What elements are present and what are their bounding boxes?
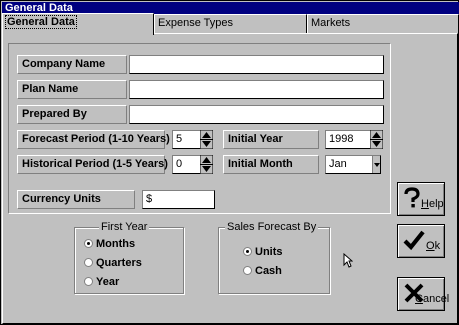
cancel-label: Cancel	[415, 293, 450, 305]
tab-markets[interactable]: Markets	[307, 14, 459, 33]
radio-label: Year	[96, 276, 120, 288]
sales-forecast-group: Sales Forecast By Units Cash	[218, 221, 330, 294]
initial-month-value: Jan	[329, 158, 347, 170]
ok-label: Ok	[426, 240, 441, 252]
forecast-period-field[interactable]: 5	[172, 130, 201, 149]
radio-label: Cash	[255, 265, 282, 277]
prepared-by-label: Prepared By	[17, 105, 127, 124]
mouse-pointer-icon	[343, 252, 354, 271]
radio-cash[interactable]: Cash	[243, 265, 282, 278]
radio-label: Months	[96, 238, 136, 250]
tab-label: Expense Types	[158, 17, 234, 29]
radio-year[interactable]: Year	[84, 276, 119, 289]
initial-year-field[interactable]: 1998	[325, 130, 371, 149]
historical-period-spinner[interactable]	[200, 155, 213, 174]
radio-months[interactable]: Months	[84, 238, 135, 251]
help-button[interactable]: Help	[397, 182, 445, 216]
tab-expense-types[interactable]: Expense Types	[154, 14, 307, 33]
chevron-down-icon[interactable]	[372, 156, 380, 173]
initial-year-spinner[interactable]	[370, 130, 383, 149]
currency-units-label: Currency Units	[17, 190, 135, 209]
initial-year-label: Initial Year	[223, 130, 319, 149]
radio-unselected-icon	[84, 277, 93, 286]
radio-label: Quarters	[96, 257, 142, 269]
plan-name-label: Plan Name	[17, 80, 127, 99]
sales-forecast-title: Sales Forecast By	[225, 221, 319, 234]
radio-selected-icon	[84, 239, 93, 248]
tab-label: Markets	[311, 17, 351, 29]
currency-units-field[interactable]: $	[142, 190, 215, 209]
tab-general-data[interactable]: General Data	[2, 13, 154, 35]
radio-unselected-icon	[243, 266, 252, 275]
tab-label: General Data	[5, 15, 77, 29]
first-year-title: First Year	[99, 221, 150, 234]
plan-name-field[interactable]	[129, 80, 384, 99]
radio-label: Units	[255, 246, 283, 258]
initial-month-label: Initial Month	[223, 155, 319, 174]
historical-period-label: Historical Period (1-5 Years)	[17, 155, 168, 174]
cancel-button[interactable]: Cancel	[397, 277, 449, 311]
ok-button[interactable]: Ok	[397, 224, 445, 258]
first-year-group: First Year Months Quarters Year	[74, 221, 184, 294]
general-data-window: General Data General Data Expense Types …	[0, 0, 459, 325]
radio-unselected-icon	[84, 258, 93, 267]
historical-period-field[interactable]: 0	[172, 155, 201, 174]
general-data-panel: Company Name Plan Name Prepared By Forec…	[2, 33, 458, 324]
forecast-period-label: Forecast Period (1-10 Years)	[17, 130, 170, 149]
forecast-period-spinner[interactable]	[200, 130, 213, 149]
company-name-label: Company Name	[17, 55, 127, 74]
radio-units[interactable]: Units	[243, 246, 283, 259]
radio-selected-icon	[243, 247, 252, 256]
initial-month-select[interactable]: Jan	[325, 155, 381, 174]
company-name-field[interactable]	[129, 55, 384, 74]
help-label: Help	[421, 198, 444, 210]
plan-settings-group: Company Name Plan Name Prepared By Forec…	[8, 43, 391, 214]
radio-quarters[interactable]: Quarters	[84, 257, 142, 270]
question-mark-icon	[403, 187, 421, 212]
checkmark-icon	[403, 229, 425, 254]
prepared-by-field[interactable]	[129, 105, 384, 124]
